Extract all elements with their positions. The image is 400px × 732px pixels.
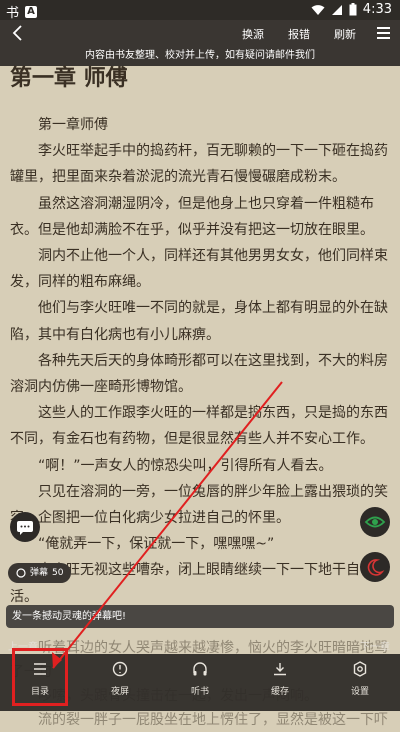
download-icon [274, 663, 286, 676]
headphones-icon [193, 662, 207, 676]
tab-listen[interactable]: 听书 [175, 660, 225, 697]
tab-settings[interactable]: 设置 [335, 660, 385, 697]
gear-icon [353, 661, 367, 677]
status-bar: 书 A 4:33 [0, 0, 400, 21]
danmaku-toggle[interactable]: 弹幕 50 [8, 563, 72, 583]
reader-toolbar: 换源 报错 刷新 [0, 20, 400, 46]
app-notification-icon: 书 [6, 6, 20, 21]
next-chapter-button[interactable]: 下一章 [360, 638, 390, 653]
paragraph: 这些人的工作跟李火旺的一样都是捣东西，只是捣的东西不同，有金石也有药物，但是很显… [10, 405, 388, 448]
eye-icon [364, 516, 386, 528]
chat-bubble-icon [17, 521, 33, 535]
tab-label: 设置 [350, 687, 369, 697]
back-arrow-icon[interactable] [8, 23, 28, 43]
paragraph: 洞内不止他一个人，同样还有其他男男女女，他们同样束发，同样的粗布麻绳。 [10, 248, 388, 291]
paragraph: 他们与李火旺唯一不同的就是，身体上都有明显的外在缺陷，其中有白化病也有小儿麻痹。 [10, 300, 388, 343]
change-source-button[interactable]: 换源 [242, 26, 264, 42]
tab-cache[interactable]: 缓存 [255, 660, 305, 697]
paragraph: 李火旺举起手中的捣药杆，百无聊赖的一下一下砸在捣药罐里，把里面来杂着淤泥的流光青… [10, 143, 388, 186]
tab-night-screen[interactable]: 夜屏 [95, 660, 145, 697]
tab-label: 听书 [190, 687, 209, 697]
danmaku-input[interactable]: 发一条撼动灵魂的弹幕吧! [6, 605, 394, 628]
clock: 4:33 [362, 2, 392, 17]
signal-icon [331, 4, 342, 15]
danmaku-icon [16, 568, 26, 578]
menu-icon[interactable] [377, 27, 390, 39]
refresh-button[interactable]: 刷新 [334, 26, 356, 42]
night-mode-button[interactable] [360, 552, 390, 582]
battery-icon [349, 3, 357, 16]
paragraph: “俺就弄一下，保证就一下，嘿嘿嘿~” [38, 536, 275, 553]
paragraph: 流的裂一胖子一屁股坐在地上愣住了，显然是被这一下吓 [38, 712, 388, 728]
night-screen-icon [112, 661, 128, 677]
catalog-highlight-box [12, 648, 68, 706]
danmaku-count: 50 [52, 568, 64, 578]
danmaku-label: 弹幕 [30, 568, 49, 578]
eye-protection-button[interactable] [360, 507, 390, 537]
a-notification-icon: A [25, 5, 38, 18]
paragraph: “啊！”一声女人的惊恐尖叫，引得所有人看去。 [38, 457, 333, 474]
tab-label: 夜屏 [110, 687, 129, 697]
chapter-heading: 第一章 师傅 [10, 65, 128, 91]
moon-icon [367, 559, 385, 576]
report-error-button[interactable]: 报错 [288, 26, 310, 42]
paragraph: 虽然这溶洞潮湿阴冷，但是他身上也只穿着一件粗糙布衣。但是他却满脸不在乎，似乎并没… [10, 195, 374, 238]
wifi-icon [311, 4, 325, 15]
chapter-text: 第一章师傅 李火旺举起手中的捣药杆，百无聊赖的一下一下砸在捣药罐里，把里面来杂着… [10, 112, 390, 610]
paragraph: 只见在溶洞的一旁，一位兔唇的胖少年脸上露出猥琐的笑容，企图把一位白化病少女拉进自… [10, 483, 388, 527]
paragraph: 第一章师傅 [38, 117, 108, 133]
paragraph: 各种先天后天的身体畸形都可以在这里找到，不大的料房溶洞内仿佛一座畸形博物馆。 [10, 352, 388, 396]
comment-button[interactable] [10, 512, 40, 542]
tab-label: 缓存 [270, 687, 289, 697]
